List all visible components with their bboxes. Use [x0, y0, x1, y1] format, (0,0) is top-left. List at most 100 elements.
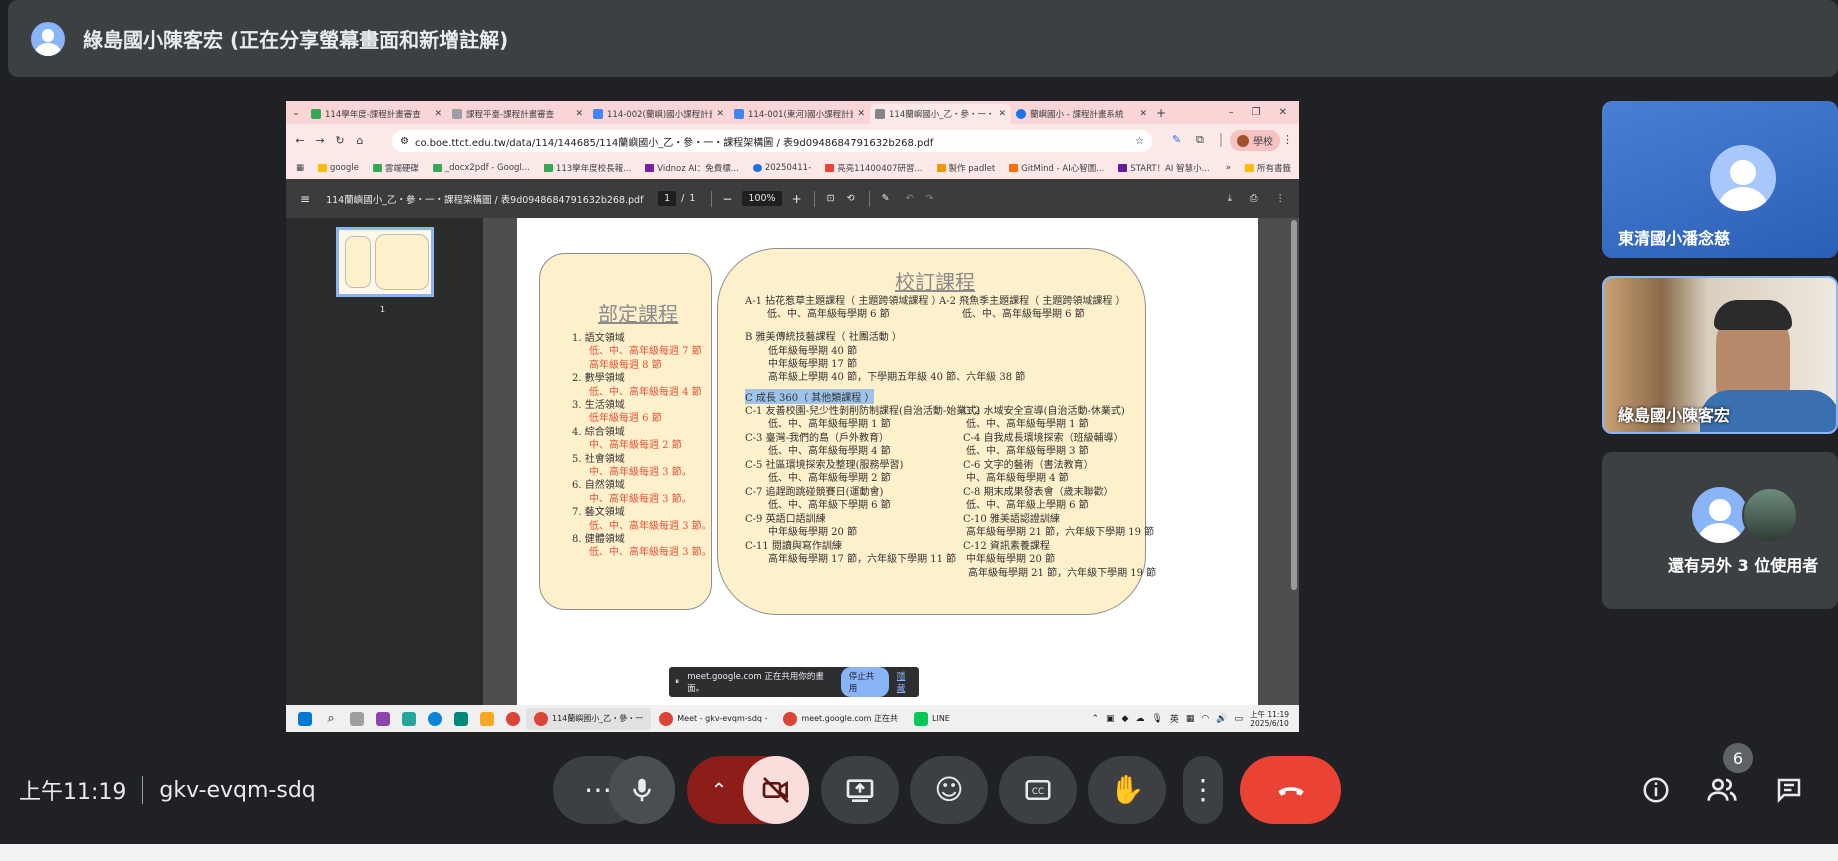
bookmark-star-icon[interactable]: ☆: [1135, 136, 1152, 147]
search-icon[interactable]: ⌕: [324, 711, 338, 726]
tray-chevron-icon[interactable]: ⌃: [1091, 714, 1099, 724]
taskbar-clock[interactable]: 上午 11:19 2025/6/10: [1250, 710, 1289, 728]
tab-close-icon[interactable]: ✕: [716, 109, 724, 119]
chat-button[interactable]: [1769, 770, 1809, 810]
pdf-viewer[interactable]: 部定課程 1. 語文領域 低、中、高年級每週 7 節高年級每週 8 節 2. 數學領…: [483, 218, 1299, 705]
bookmarks-overflow-icon[interactable]: »: [1226, 163, 1231, 173]
print-icon[interactable]: ⎙: [1250, 193, 1258, 204]
course-sessions: 低、中、高年級每學期 3 節: [966, 446, 1089, 457]
tab-close-icon[interactable]: ✕: [998, 109, 1006, 119]
rotate-icon[interactable]: ⟲: [847, 193, 855, 204]
captions-button[interactable]: CC: [999, 756, 1077, 824]
zoom-out-icon[interactable]: −: [722, 192, 732, 206]
apps-grid-icon[interactable]: ▦: [296, 163, 304, 173]
address-bar[interactable]: ⚙ co.boe.ttct.edu.tw/data/114/144685/114…: [392, 130, 1152, 152]
minimize-icon[interactable]: –: [1229, 107, 1234, 118]
download-icon[interactable]: ⤓: [1228, 193, 1232, 204]
tray-app-icon[interactable]: ▣: [1106, 714, 1115, 724]
profile-chip[interactable]: 學校: [1230, 130, 1280, 151]
bookmark-item[interactable]: _docx2pdf - Googl...: [432, 163, 530, 173]
copilot-icon[interactable]: [376, 711, 390, 726]
browser-tab-active[interactable]: 114蘭嶼國小_乙・參・一・ ✕: [870, 104, 1011, 124]
taskbar-app[interactable]: meet.google.com 正在共: [775, 708, 906, 730]
browser-tab[interactable]: 課程平臺-課程計畫審查 ✕: [447, 104, 588, 124]
chrome-icon[interactable]: [506, 711, 520, 726]
meeting-details-button[interactable]: [1636, 770, 1676, 810]
leave-call-button[interactable]: [1240, 756, 1341, 824]
bookmark-item[interactable]: START！AI 智慧小...: [1118, 162, 1210, 174]
windows-start-icon[interactable]: [298, 711, 312, 726]
maximize-icon[interactable]: ❐: [1252, 107, 1261, 118]
new-tab-icon[interactable]: +: [1152, 106, 1170, 120]
all-bookmarks[interactable]: 所有書籤: [1244, 162, 1299, 174]
browser-tab[interactable]: 蘭嶼國小 - 課程計畫系統 ✕: [1011, 104, 1152, 124]
raise-hand-button[interactable]: ✋: [1088, 756, 1166, 824]
browser-tab[interactable]: 114學年度-課程計畫審查 ✕: [306, 104, 447, 124]
drive-icon: [311, 109, 321, 119]
tab-close-icon[interactable]: ✕: [575, 109, 583, 119]
home-icon[interactable]: ⌂: [350, 134, 370, 147]
ime-indicator[interactable]: 英: [1170, 712, 1179, 725]
page-thumbnail[interactable]: [336, 227, 434, 297]
file-explorer-icon[interactable]: [480, 711, 494, 726]
redo-icon[interactable]: ↷: [926, 193, 934, 204]
pdf-menu-icon[interactable]: ≡: [300, 192, 310, 206]
annotate-icon[interactable]: ✎: [882, 193, 890, 204]
taskbar-app[interactable]: 114蘭嶼國小_乙・參・一: [526, 707, 652, 730]
present-screen-button[interactable]: [821, 756, 899, 824]
tab-search-icon[interactable]: ⌄: [286, 108, 306, 118]
mic-tray-icon[interactable]: 🎙: [1151, 714, 1162, 724]
browser-tab[interactable]: 114-001(東河)國小課程計畫 ✕: [729, 104, 870, 124]
zoom-in-icon[interactable]: +: [792, 192, 802, 206]
fit-page-icon[interactable]: ⊡: [827, 193, 835, 204]
dropbox-icon[interactable]: ◆: [1122, 714, 1129, 724]
bookmark-item[interactable]: GitMind - AI心智圖...: [1009, 162, 1104, 174]
page-number-input[interactable]: 1: [658, 191, 677, 206]
bookmark-item[interactable]: google: [318, 163, 359, 173]
app-icon[interactable]: [454, 711, 468, 726]
bookmark-item[interactable]: 20250411-: [752, 163, 811, 173]
undo-icon[interactable]: ↶: [906, 193, 914, 204]
edge-icon[interactable]: [428, 711, 442, 726]
reload-icon[interactable]: ↻: [330, 134, 350, 147]
back-icon[interactable]: ←: [290, 134, 310, 147]
tab-close-icon[interactable]: ✕: [1139, 109, 1147, 119]
bookmark-item[interactable]: Vidnoz AI：免費標...: [645, 162, 739, 174]
extension-icon[interactable]: ✎: [1172, 133, 1181, 146]
zoom-input[interactable]: 100%: [742, 191, 782, 206]
close-window-icon[interactable]: ✕: [1279, 107, 1287, 118]
app-icon[interactable]: [402, 711, 416, 726]
cloud-icon[interactable]: ☁: [1135, 714, 1144, 724]
bookmark-item[interactable]: 製作 padlet: [936, 162, 995, 174]
taskbar-app[interactable]: Meet - gkv-evqm-sdq -: [651, 708, 775, 730]
wifi-icon[interactable]: ◠: [1201, 714, 1209, 724]
pdf-more-icon[interactable]: ⋮: [1276, 193, 1286, 204]
extensions-puzzle-icon[interactable]: ⧉: [1196, 133, 1204, 147]
pdf-scrollbar[interactable]: [1291, 220, 1297, 590]
tab-close-icon[interactable]: ✕: [434, 109, 442, 119]
site-info-icon[interactable]: ⚙: [400, 136, 409, 147]
others-tile[interactable]: 還有另外 3 位使用者: [1602, 452, 1838, 609]
tab-close-icon[interactable]: ✕: [857, 109, 865, 119]
battery-icon[interactable]: ▭: [1234, 714, 1243, 724]
stop-sharing-button[interactable]: 停止共用: [840, 667, 889, 697]
task-view-icon[interactable]: [350, 711, 364, 726]
microphone-button[interactable]: [609, 756, 675, 824]
people-button[interactable]: [1702, 770, 1742, 810]
forward-icon[interactable]: →: [310, 134, 330, 147]
bookmark-item[interactable]: 113學年度校長報...: [543, 162, 631, 174]
bookmark-item[interactable]: 亮亮11400407研習...: [825, 162, 923, 174]
participant-tile[interactable]: 東清國小潘念慈: [1602, 101, 1838, 258]
reactions-button[interactable]: ☺: [910, 756, 988, 824]
browser-tab[interactable]: 114-002(蘭嶼)國小課程計畫 ✕: [588, 104, 729, 124]
volume-icon[interactable]: 🔊: [1216, 714, 1227, 724]
camera-toggle-button[interactable]: [743, 756, 809, 824]
course-sessions: 高年級每學期 21 節，六年級下學期 19 節: [966, 527, 1155, 538]
more-options-button[interactable]: ⋮: [1183, 756, 1223, 824]
bookmark-item[interactable]: 雲端硬碟: [372, 162, 419, 174]
tray-app-icon[interactable]: ▦: [1186, 714, 1195, 724]
browser-menu-icon[interactable]: ⋮: [1282, 133, 1293, 146]
participant-tile-speaking[interactable]: 綠島國小陳客宏: [1602, 276, 1838, 434]
hide-notice-link[interactable]: 隱藏: [897, 670, 913, 694]
taskbar-app[interactable]: LINE: [906, 708, 958, 730]
